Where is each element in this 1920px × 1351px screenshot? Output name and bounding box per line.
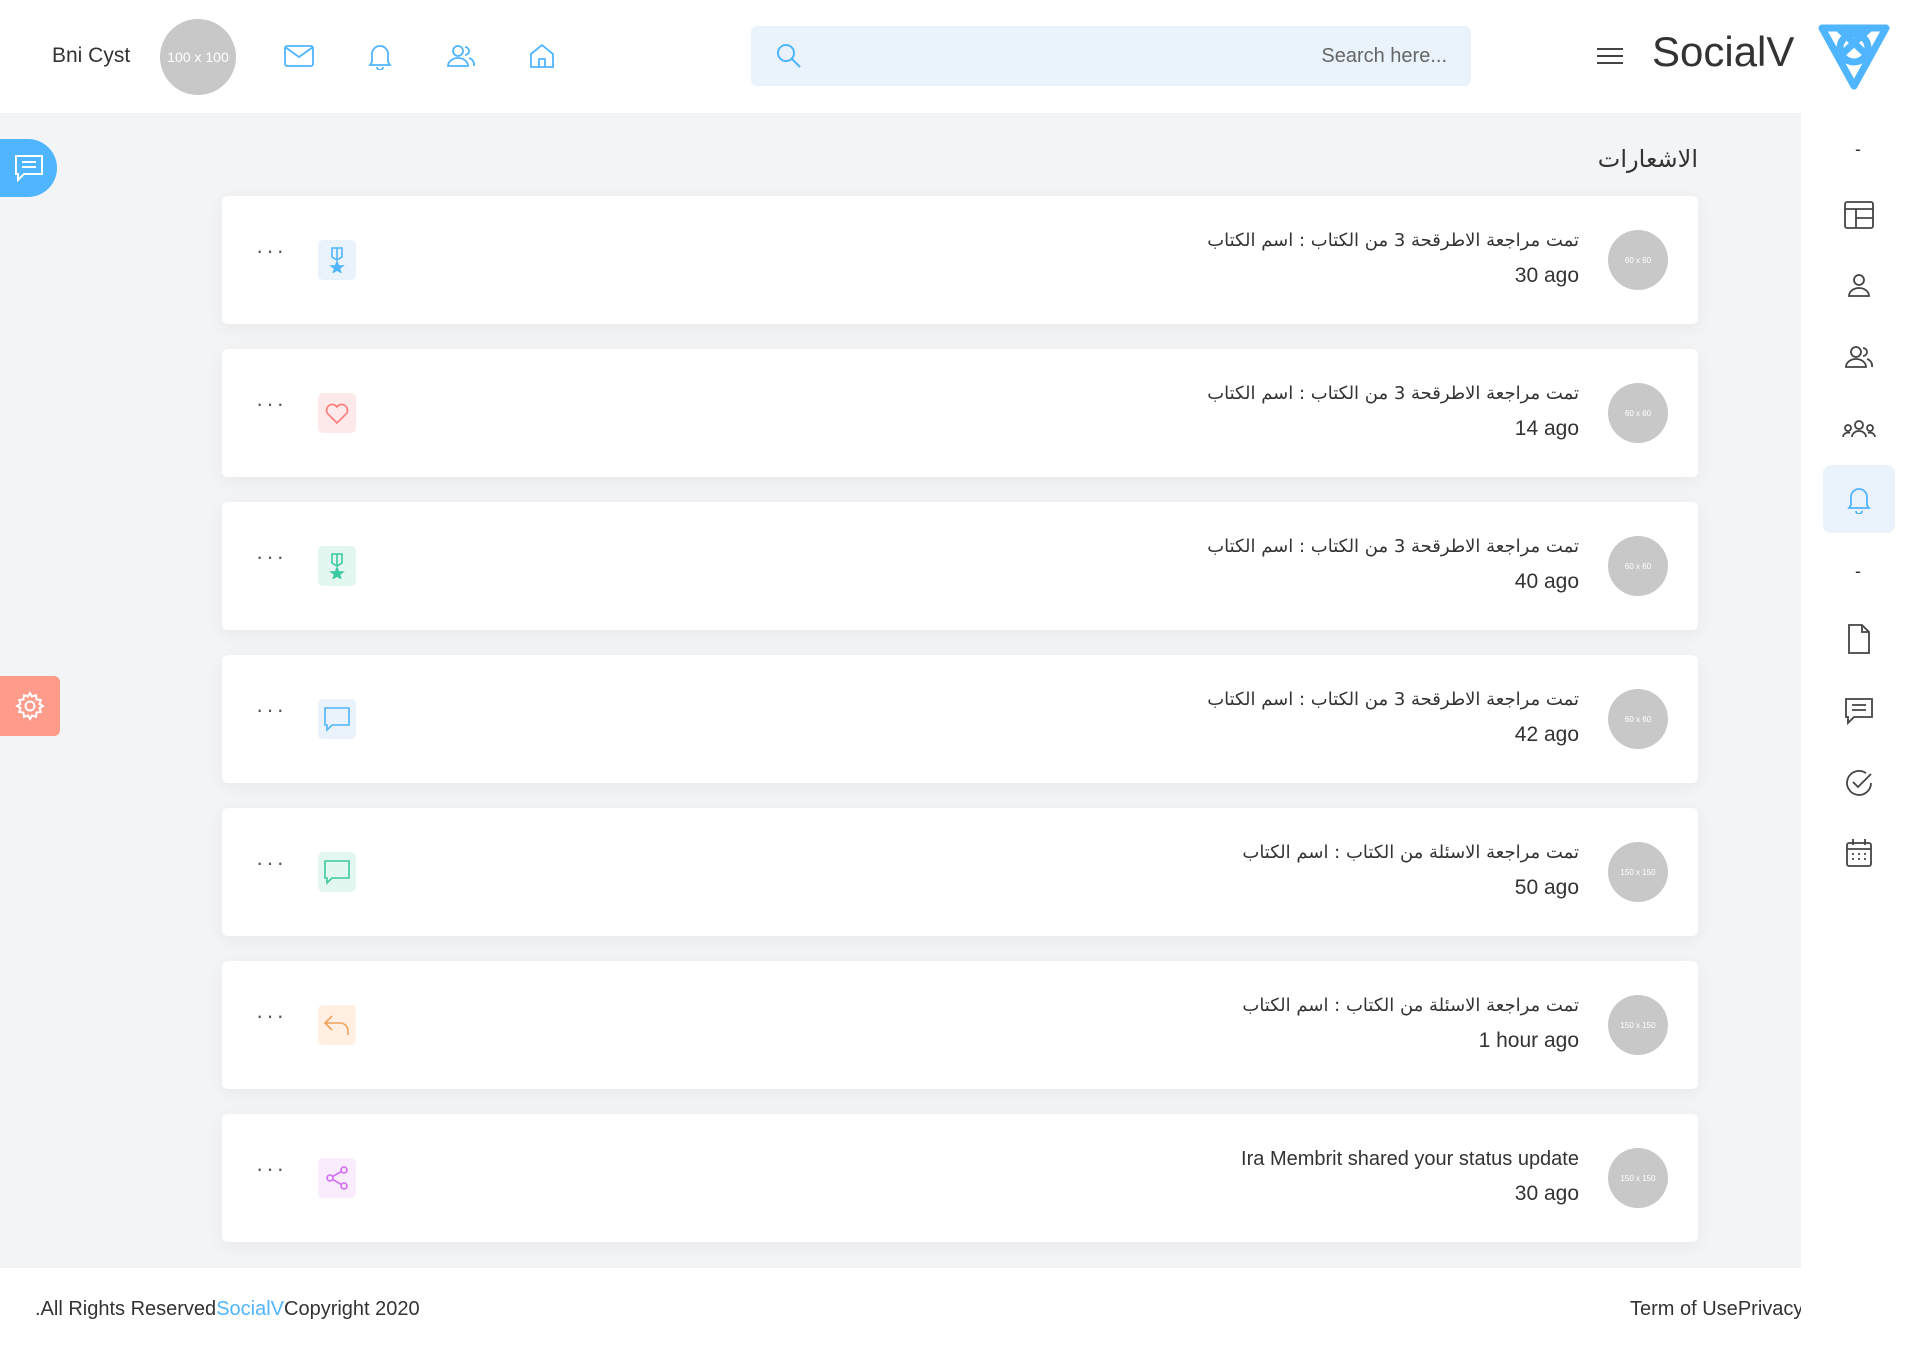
notification-title: Ira Membrit shared your status update xyxy=(1241,1148,1579,1170)
notification-item[interactable]: 150 x 150 Ira Membrit shared your status… xyxy=(222,1114,1698,1242)
sidebar-item-calendar[interactable] xyxy=(1823,819,1895,887)
footer: .All Rights ReservedSocialVCopyright 202… xyxy=(0,1268,1801,1351)
calendar-icon xyxy=(1846,839,1872,867)
newsfeed-icon xyxy=(1844,201,1874,229)
menu-toggle-icon[interactable] xyxy=(1596,46,1624,71)
search-input[interactable] xyxy=(821,26,1447,86)
medal-icon xyxy=(318,240,356,280)
more-options-icon[interactable]: ··· xyxy=(256,544,287,570)
notification-item[interactable]: 60 x 60 تمت مراجعة الاطرقحة 3 من الكتاب … xyxy=(222,655,1698,783)
notification-time: 30 ago xyxy=(1514,1182,1579,1205)
privacy-link[interactable]: Privacy Policy xyxy=(1738,1298,1801,1320)
notification-time: 14 ago xyxy=(1514,417,1579,440)
sidebar-item-notifications[interactable] xyxy=(1823,465,1895,533)
copyright: .All Rights ReservedSocialVCopyright 202… xyxy=(35,1298,420,1321)
notification-avatar[interactable]: 60 x 60 xyxy=(1608,689,1668,749)
notification-time: 1 hour ago xyxy=(1478,1029,1579,1052)
user-avatar[interactable]: 100 x 100 xyxy=(160,19,236,95)
brand-logo-icon[interactable] xyxy=(1816,22,1892,97)
groups-icon xyxy=(1842,420,1876,438)
more-options-icon[interactable]: ··· xyxy=(256,697,287,723)
profile-icon xyxy=(1848,274,1870,297)
notification-avatar[interactable]: 150 x 150 xyxy=(1608,995,1668,1055)
chat-icon xyxy=(1845,698,1873,725)
notification-item[interactable]: 60 x 60 تمت مراجعة الاطرقحة 3 من الكتاب … xyxy=(222,196,1698,324)
chat-icon xyxy=(318,852,356,892)
todo-icon xyxy=(1846,770,1872,796)
search-bar xyxy=(751,26,1471,86)
mail-icon[interactable] xyxy=(283,40,315,72)
notification-item[interactable]: 60 x 60 تمت مراجعة الاطرقحة 3 من الكتاب … xyxy=(222,502,1698,630)
copyright-link[interactable]: SocialV xyxy=(216,1298,284,1320)
sidebar-item-friends[interactable] xyxy=(1823,323,1895,391)
file-icon xyxy=(1848,624,1870,654)
copyright-prefix: .All Rights Reserved xyxy=(35,1298,217,1320)
brand-name[interactable]: SocialV xyxy=(1652,28,1794,76)
chat-icon xyxy=(14,155,43,182)
notification-avatar[interactable]: 150 x 150 xyxy=(1608,1148,1668,1208)
bell-icon[interactable] xyxy=(364,40,396,72)
share-icon xyxy=(318,1158,356,1198)
top-navbar: Bni Cyst 100 x 100 SocialV xyxy=(0,0,1920,113)
more-options-icon[interactable]: ··· xyxy=(256,1003,287,1029)
notification-time: 42 ago xyxy=(1514,723,1579,746)
notification-item[interactable]: 60 x 60 تمت مراجعة الاطرقحة 3 من الكتاب … xyxy=(222,349,1698,477)
sidebar-item-files[interactable] xyxy=(1823,605,1895,673)
notification-time: 40 ago xyxy=(1514,570,1579,593)
notification-title: تمت مراجعة الاطرقحة 3 من الكتاب : اسم ال… xyxy=(1207,383,1579,404)
notification-avatar[interactable]: 60 x 60 xyxy=(1608,383,1668,443)
notification-title: تمت مراجعة الاطرقحة 3 من الكتاب : اسم ال… xyxy=(1207,689,1579,710)
user-name[interactable]: Bni Cyst xyxy=(52,44,130,68)
more-options-icon[interactable]: ··· xyxy=(256,850,287,876)
notification-time: 50 ago xyxy=(1514,876,1579,899)
settings-button[interactable] xyxy=(0,676,60,736)
notifications-icon xyxy=(1847,488,1871,514)
terms-link[interactable]: Term of Use xyxy=(1630,1298,1738,1320)
notification-item[interactable]: 150 x 150 تمت مراجعة الاسئلة من الكتاب :… xyxy=(222,961,1698,1089)
friends-icon[interactable] xyxy=(445,40,477,72)
notification-avatar[interactable]: 60 x 60 xyxy=(1608,536,1668,596)
home-icon[interactable] xyxy=(526,40,558,72)
notification-title: تمت مراجعة الاسئلة من الكتاب : اسم الكتا… xyxy=(1242,842,1579,863)
notification-time: 30 ago xyxy=(1514,264,1579,287)
sidebar: - - xyxy=(1801,113,1920,1351)
more-options-icon[interactable]: ··· xyxy=(256,1156,287,1182)
notification-title: تمت مراجعة الاسئلة من الكتاب : اسم الكتا… xyxy=(1242,995,1579,1016)
search-icon[interactable] xyxy=(775,42,803,75)
more-options-icon[interactable]: ··· xyxy=(256,238,287,264)
sidebar-separator: - xyxy=(1855,139,1861,159)
sidebar-separator: - xyxy=(1855,561,1861,581)
sidebar-item-newsfeed[interactable] xyxy=(1823,181,1895,249)
reply-icon xyxy=(318,1005,356,1045)
copyright-suffix: Copyright 2020 xyxy=(284,1298,420,1320)
notification-avatar[interactable]: 150 x 150 xyxy=(1608,842,1668,902)
sidebar-item-groups[interactable] xyxy=(1823,395,1895,463)
more-options-icon[interactable]: ··· xyxy=(256,391,287,417)
medal-icon xyxy=(318,546,356,586)
notification-title: تمت مراجعة الاطرقحة 3 من الكتاب : اسم ال… xyxy=(1207,536,1579,557)
sidebar-item-profile[interactable] xyxy=(1823,251,1895,319)
chat-icon xyxy=(318,699,356,739)
chat-toggle-button[interactable] xyxy=(0,139,57,197)
sidebar-item-todo[interactable] xyxy=(1823,749,1895,817)
footer-links: Term of UsePrivacy Policy xyxy=(1630,1298,1801,1321)
friends-icon xyxy=(1845,346,1873,368)
notification-avatar[interactable]: 60 x 60 xyxy=(1608,230,1668,290)
gear-icon xyxy=(15,691,45,721)
notification-title: تمت مراجعة الاطرقحة 3 من الكتاب : اسم ال… xyxy=(1207,230,1579,251)
heart-icon xyxy=(318,393,356,433)
notification-item[interactable]: 150 x 150 تمت مراجعة الاسئلة من الكتاب :… xyxy=(222,808,1698,936)
sidebar-item-chat[interactable] xyxy=(1823,677,1895,745)
page-title: الاشعارات xyxy=(1597,145,1698,173)
